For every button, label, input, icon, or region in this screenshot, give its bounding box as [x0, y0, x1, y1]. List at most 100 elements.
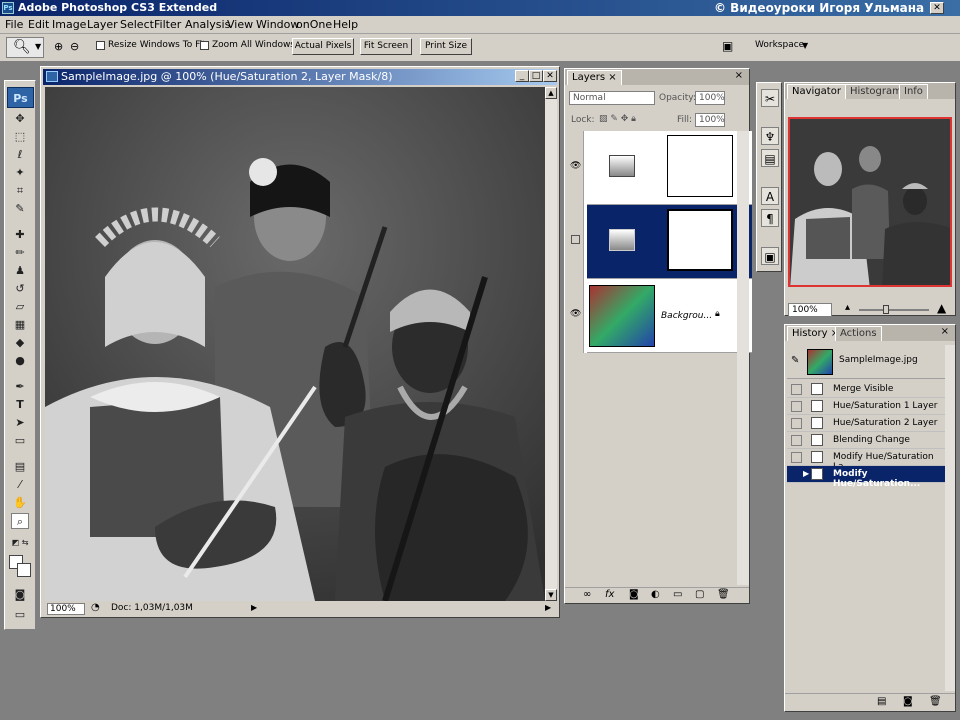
- zoom-out-icon[interactable]: ⊖: [70, 40, 79, 53]
- magic-wand-tool-icon[interactable]: ✦: [11, 165, 29, 181]
- history-brush-tool-icon[interactable]: ↺: [11, 281, 29, 297]
- zoom-out-mountain-icon[interactable]: ▴: [845, 302, 850, 313]
- minimize-icon[interactable]: _: [515, 70, 529, 82]
- tab-layers[interactable]: Layers ×: [567, 70, 622, 85]
- layers-scrollbar[interactable]: [737, 131, 749, 585]
- document-zoom-field[interactable]: 100%: [47, 603, 85, 615]
- print-size-button[interactable]: Print Size: [420, 38, 472, 55]
- menu-help[interactable]: Help: [333, 18, 358, 31]
- eyedropper-tool-icon[interactable]: ✎: [11, 201, 29, 217]
- navigator-preview[interactable]: [788, 117, 952, 287]
- brush-dock-icon[interactable]: ♆: [761, 127, 779, 145]
- menu-file[interactable]: File: [5, 18, 23, 31]
- hand-tool-icon[interactable]: ✋: [11, 495, 29, 511]
- maximize-icon[interactable]: □: [529, 70, 543, 82]
- tab-info[interactable]: Info: [899, 84, 928, 99]
- shape-tool-icon[interactable]: ▭: [11, 433, 29, 449]
- menu-image[interactable]: Image: [52, 18, 86, 31]
- marquee-tool-icon[interactable]: ⬚: [11, 129, 29, 145]
- stamp-tool-icon[interactable]: ♟: [11, 263, 29, 279]
- gradient-tool-icon[interactable]: ▦: [11, 317, 29, 333]
- menu-edit[interactable]: Edit: [28, 18, 49, 31]
- menu-layer[interactable]: Layer: [87, 18, 118, 31]
- close-document-icon[interactable]: ✕: [543, 70, 557, 82]
- eraser-tool-icon[interactable]: ▱: [11, 299, 29, 315]
- eyedropper2-tool-icon[interactable]: ⁄: [11, 477, 29, 493]
- background-color-swatch[interactable]: [17, 563, 31, 577]
- close-icon[interactable]: ✕: [930, 2, 944, 14]
- layer-visibility-toggle[interactable]: [567, 205, 584, 279]
- notes-dock-icon[interactable]: ▣: [761, 247, 779, 265]
- tab-histogram[interactable]: Histogram: [845, 84, 907, 99]
- menu-analysis[interactable]: Analysis: [185, 18, 230, 31]
- scroll-right-icon[interactable]: ▶: [545, 603, 551, 612]
- default-colors-icon[interactable]: ◩ ⇆: [11, 535, 29, 551]
- scroll-down-icon[interactable]: ▼: [545, 589, 557, 601]
- navigator-zoom-field[interactable]: 100%: [788, 303, 832, 317]
- layer-visibility-toggle[interactable]: 👁︎: [567, 279, 584, 353]
- zoom-in-icon[interactable]: ⊕: [54, 40, 63, 53]
- layer-row-background[interactable]: Backgrou... 🔒︎: [587, 279, 752, 353]
- history-brush-source-icon[interactable]: ✎: [791, 355, 799, 366]
- resize-windows-checkbox[interactable]: [96, 41, 105, 50]
- history-snapshot[interactable]: ✎ SampleImage.jpg: [787, 345, 945, 379]
- lasso-tool-icon[interactable]: ℓ: [11, 147, 29, 163]
- menu-select[interactable]: Select: [120, 18, 154, 31]
- menu-window[interactable]: Window: [256, 18, 299, 31]
- fill-field[interactable]: 100%: [695, 113, 725, 127]
- move-tool-icon[interactable]: ✥: [11, 111, 29, 127]
- panel-close-icon[interactable]: ×: [941, 326, 949, 337]
- blend-mode-select[interactable]: Normal: [569, 91, 655, 105]
- new-layer-icon[interactable]: ▢: [695, 589, 704, 600]
- group-icon[interactable]: ▭: [673, 589, 682, 600]
- menu-onone[interactable]: onOne: [296, 18, 332, 31]
- image-canvas[interactable]: [45, 87, 545, 601]
- screen-mode-icon[interactable]: ▭: [11, 607, 29, 623]
- link-layers-icon[interactable]: ∞: [583, 589, 591, 600]
- blur-tool-icon[interactable]: ◆: [11, 335, 29, 351]
- trash-icon[interactable]: 🗑︎: [717, 589, 730, 600]
- close-tab-icon[interactable]: ×: [608, 72, 616, 83]
- layer-mask-thumbnail[interactable]: [667, 209, 733, 271]
- add-mask-icon[interactable]: ◙: [629, 589, 639, 600]
- lock-icons[interactable]: ▨ ✎ ✥ 🔒︎: [599, 114, 636, 124]
- type-tool-icon[interactable]: T: [11, 397, 29, 413]
- scroll-up-icon[interactable]: ▲: [545, 87, 557, 99]
- new-document-from-state-icon[interactable]: ▤: [877, 696, 886, 707]
- panel-close-icon[interactable]: ×: [735, 70, 743, 81]
- brush-tool-icon[interactable]: ✏: [11, 245, 29, 261]
- actual-pixels-button[interactable]: Actual Pixels: [292, 38, 354, 55]
- tool-preset-picker[interactable]: 🔍︎ ▼: [6, 37, 44, 58]
- zoom-in-mountain-icon[interactable]: ▲: [937, 301, 946, 315]
- quick-mask-icon[interactable]: ◙: [11, 587, 29, 603]
- history-item[interactable]: Merge Visible: [787, 381, 945, 398]
- status-menu-arrow-icon[interactable]: ▶: [251, 603, 257, 612]
- layer-mask-thumbnail[interactable]: [667, 135, 733, 197]
- snapshot-icon[interactable]: ◙: [903, 696, 913, 707]
- navigator-zoom-slider[interactable]: [859, 305, 929, 314]
- layer-row-hue-sat-2[interactable]: [587, 205, 752, 279]
- path-selection-tool-icon[interactable]: ➤: [11, 415, 29, 431]
- history-item[interactable]: Blending Change: [787, 432, 945, 449]
- layer-visibility-toggle[interactable]: 👁︎: [567, 131, 584, 205]
- zoom-tool-icon[interactable]: ⌕: [11, 513, 29, 529]
- status-info-icon[interactable]: ◔: [91, 602, 100, 613]
- crop-tool-icon[interactable]: ⌗: [11, 183, 29, 199]
- menu-view[interactable]: View: [227, 18, 253, 31]
- pen-tool-icon[interactable]: ✒: [11, 379, 29, 395]
- fit-screen-button[interactable]: Fit Screen: [360, 38, 412, 55]
- history-item[interactable]: Hue/Saturation 2 Layer: [787, 415, 945, 432]
- history-scrollbar[interactable]: [945, 345, 955, 691]
- vertical-scrollbar[interactable]: ▲ ▼: [545, 87, 557, 601]
- paragraph-dock-icon[interactable]: ¶: [761, 209, 779, 227]
- trash-icon[interactable]: 🗑︎: [929, 696, 942, 707]
- workspace-menu[interactable]: Workspace: [755, 40, 804, 50]
- notes-tool-icon[interactable]: ▤: [11, 459, 29, 475]
- character-dock-icon[interactable]: A: [761, 187, 779, 205]
- history-item-selected[interactable]: ▶ Modify Hue/Saturation...: [787, 466, 945, 489]
- slider-thumb[interactable]: [883, 305, 889, 314]
- clone-dock-icon[interactable]: ▤: [761, 149, 779, 167]
- bridge-icon[interactable]: ▣: [722, 39, 733, 53]
- layer-style-icon[interactable]: fx: [605, 589, 614, 600]
- history-item[interactable]: Modify Hue/Saturation La...: [787, 449, 945, 472]
